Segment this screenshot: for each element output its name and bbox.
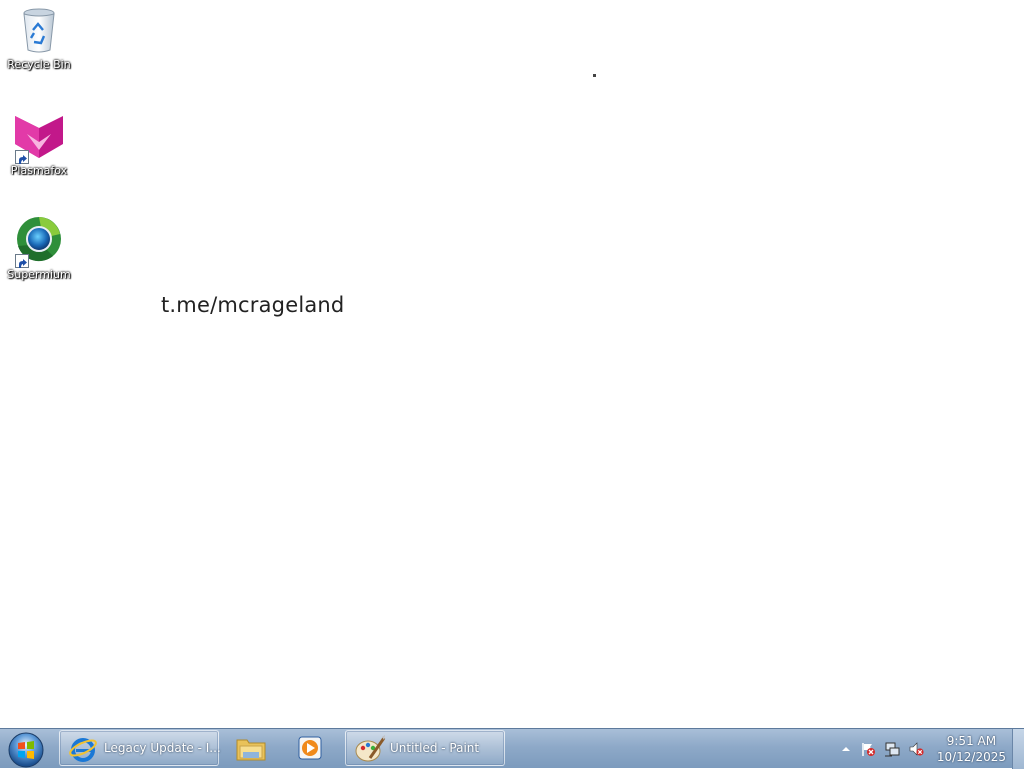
network-icon[interactable] <box>884 741 900 757</box>
supermium-icon <box>13 216 65 268</box>
desktop-icon-label: Supermium <box>7 268 71 281</box>
taskbar: Legacy Update - I... Untitled - Paint 9:… <box>0 728 1024 769</box>
shortcut-arrow-icon <box>15 254 29 268</box>
desktop-icon-recycle-bin[interactable]: Recycle Bin <box>1 6 77 71</box>
internet-explorer-icon <box>69 738 97 762</box>
desktop-text: t.me/mcrageland <box>161 293 345 317</box>
taskbar-button-media-player[interactable] <box>285 730 335 766</box>
volume-muted-icon[interactable] <box>908 741 924 757</box>
desktop: Recycle Bin Plasmafox Supermium t.me/mcr… <box>0 0 1024 728</box>
taskbar-button-label: Legacy Update - I... <box>104 741 221 755</box>
folder-icon <box>236 739 266 761</box>
show-hidden-icons-icon[interactable] <box>838 741 854 757</box>
taskbar-button-ie[interactable]: Legacy Update - I... <box>59 730 221 766</box>
desktop-icon-label: Recycle Bin <box>7 58 71 71</box>
plasmafox-icon <box>13 112 65 164</box>
taskbar-button-explorer[interactable] <box>226 730 276 766</box>
clock-time: 9:51 AM <box>946 734 997 748</box>
stray-dot <box>593 74 596 77</box>
system-tray: 9:51 AM 10/12/2025 <box>834 729 1024 769</box>
show-desktop-button[interactable] <box>1012 729 1024 769</box>
clock-date: 10/12/2025 <box>936 750 1006 764</box>
taskbar-button-label: Untitled - Paint <box>390 741 480 755</box>
start-button[interactable] <box>4 730 48 768</box>
shortcut-arrow-icon <box>15 150 29 164</box>
desktop-icon-label: Plasmafox <box>10 164 68 177</box>
paint-icon <box>355 735 386 762</box>
desktop-icon-plasmafox[interactable]: Plasmafox <box>1 112 77 177</box>
clock[interactable]: 9:51 AM 10/12/2025 <box>937 733 1006 765</box>
taskbar-button-paint[interactable]: Untitled - Paint <box>345 730 505 766</box>
media-player-icon <box>298 736 322 760</box>
desktop-icon-supermium[interactable]: Supermium <box>1 216 77 281</box>
recycle-bin-icon <box>13 6 65 58</box>
action-center-flag-icon[interactable] <box>860 741 876 757</box>
windows-orb-icon <box>8 732 44 768</box>
